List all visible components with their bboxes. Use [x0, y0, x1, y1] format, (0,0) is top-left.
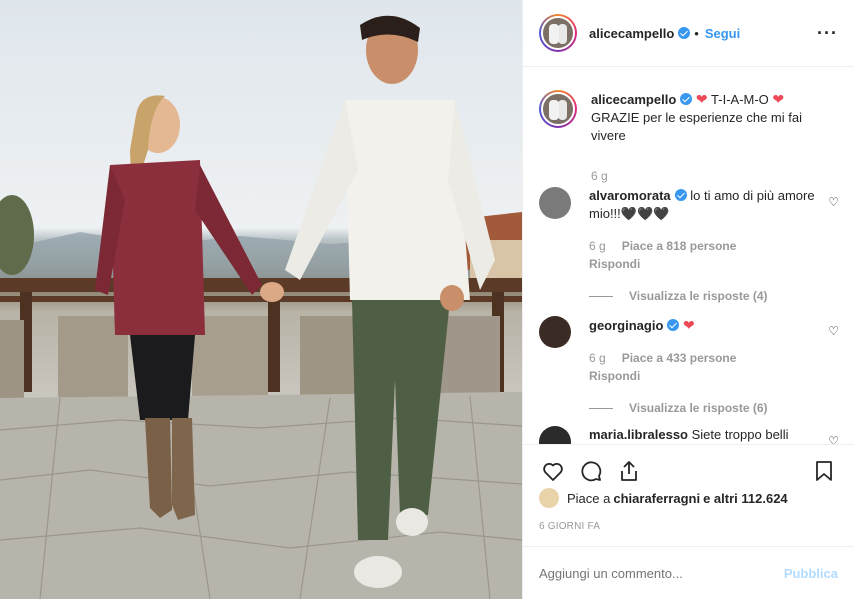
post-side-panel: alicecampello • Segui ··· alicecampello … [522, 0, 854, 599]
reply-button[interactable]: Rispondi [589, 255, 839, 273]
post-photo[interactable] [0, 0, 522, 599]
comments-list[interactable]: alicecampello ❤ T-I-A-M-O ❤ GRAZIE per l… [523, 68, 854, 444]
reply-button[interactable]: Rispondi [589, 367, 839, 385]
likes-summary: Piace a chiaraferragni e altri 112.624 [539, 488, 788, 508]
comment-username[interactable]: maria.libralesso [589, 427, 688, 442]
post-header: alicecampello • Segui ··· [523, 0, 854, 67]
share-icon[interactable] [615, 457, 643, 485]
comment-meta: 6 g Piace a 433 persone [589, 349, 839, 367]
red-heart-emoji-icon: ❤ [683, 317, 695, 333]
comment-input[interactable] [539, 565, 784, 581]
caption-text-line2: GRAZIE per le esperienze che mi fai vive… [591, 110, 802, 143]
caption-username[interactable]: alicecampello [591, 92, 676, 107]
liker-avatar[interactable] [539, 488, 559, 508]
caption-time: 6 g [591, 169, 608, 183]
verified-icon [674, 189, 687, 201]
more-icon[interactable]: ··· [817, 23, 838, 44]
red-heart-emoji-icon: ❤ [772, 91, 785, 107]
post-view: alicecampello • Segui ··· alicecampello … [0, 0, 854, 599]
comment-username[interactable]: alvaromorata [589, 188, 671, 203]
verified-icon [680, 93, 693, 105]
view-replies-label: Visualizza le risposte (6) [629, 401, 768, 415]
author-avatar[interactable] [539, 14, 577, 52]
caption-avatar[interactable] [539, 90, 577, 128]
add-comment-bar: Pubblica [523, 546, 854, 599]
commenter-avatar[interactable] [539, 187, 571, 219]
view-replies-label: Visualizza le risposte (4) [629, 289, 768, 303]
red-heart-emoji-icon: ❤ [695, 91, 708, 107]
verified-icon [678, 27, 691, 39]
comment-item: alvaromorata lo ti amo di più amore mio!… [539, 187, 839, 305]
publish-button[interactable]: Pubblica [784, 566, 838, 581]
comment-text: Siete troppo belli [691, 427, 789, 442]
follow-button[interactable]: Segui [705, 26, 740, 41]
separator-dot: • [694, 25, 699, 41]
comment-like-heart-icon[interactable]: ♡ [828, 324, 839, 338]
comment-time: 6 g [589, 239, 606, 253]
verified-icon [667, 319, 680, 331]
commenter-avatar[interactable] [539, 426, 571, 444]
bookmark-icon[interactable] [810, 457, 838, 485]
liker-username[interactable]: chiaraferragni [613, 491, 700, 506]
author-username[interactable]: alicecampello [589, 26, 674, 41]
heart-icon[interactable] [539, 457, 567, 485]
comment-likes[interactable]: Piace a 433 persone [622, 351, 737, 365]
photo-illustration [0, 15, 522, 599]
view-replies-button[interactable]: Visualizza le risposte (4) [589, 287, 839, 305]
comment-item: georginagio ❤ 6 g Piace a 433 persone Ris… [539, 316, 839, 417]
comment-username[interactable]: georginagio [589, 318, 663, 333]
comment-icon[interactable] [577, 457, 605, 485]
comment-item: maria.libralesso Siete troppo belli ♡ [539, 426, 839, 444]
caption-text-line1: T-I-A-M-O [711, 92, 769, 107]
commenter-avatar[interactable] [539, 316, 571, 348]
likes-prefix: Piace a [567, 490, 611, 506]
comment-like-heart-icon[interactable]: ♡ [828, 195, 839, 209]
comment-time: 6 g [589, 351, 606, 365]
comment-like-heart-icon[interactable]: ♡ [828, 434, 839, 444]
likes-others[interactable]: e altri 112.624 [703, 491, 788, 506]
view-replies-button[interactable]: Visualizza le risposte (6) [589, 399, 839, 417]
comment-meta: 6 g Piace a 818 persone [589, 237, 839, 255]
comment-likes[interactable]: Piace a 818 persone [622, 239, 737, 253]
posted-time: 6 GIORNI FA [539, 521, 601, 532]
caption-row: alicecampello ❤ T-I-A-M-O ❤ GRAZIE per l… [539, 90, 839, 185]
